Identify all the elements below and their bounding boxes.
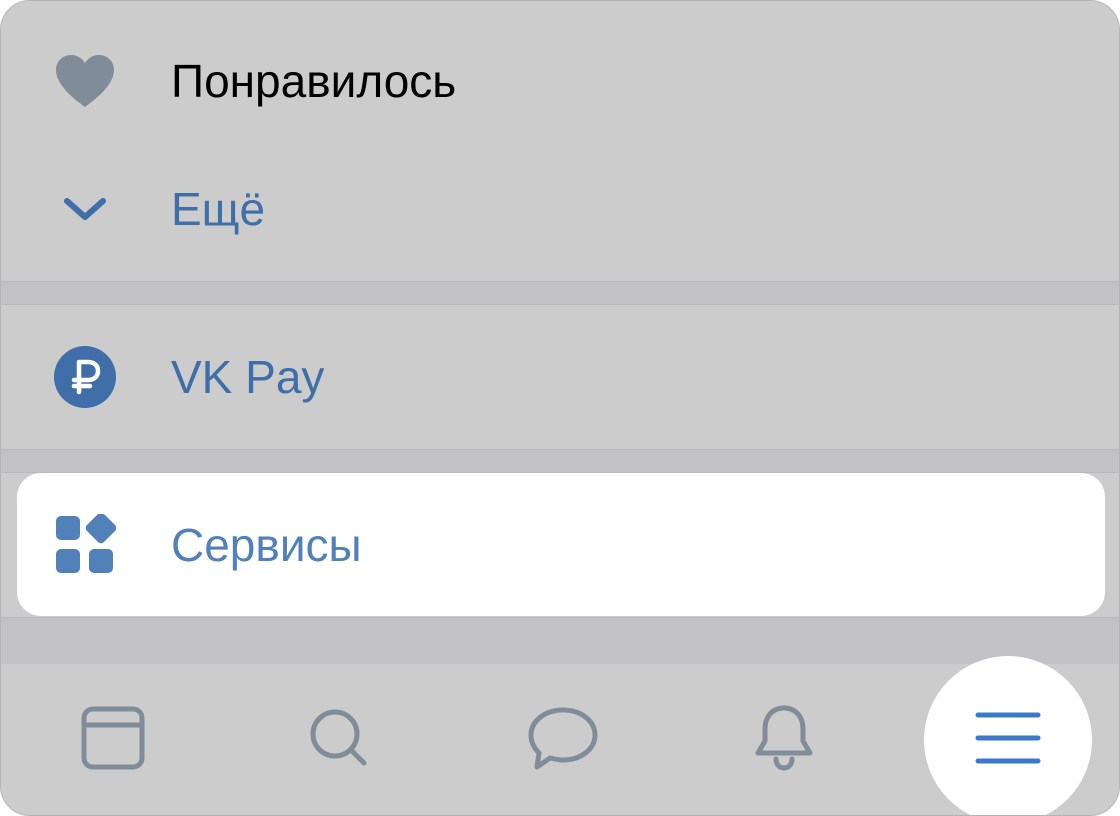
tab-menu[interactable] [953,664,1063,815]
menu-item-more[interactable]: Ещё [1,149,1119,269]
section-separator [1,281,1119,305]
section-separator [1,449,1119,473]
ruble-icon [53,345,117,409]
menu-item-label: VK Pay [171,351,325,403]
search-icon [308,707,370,774]
menu-item-label: Сервисы [171,519,362,571]
messages-icon [527,705,599,776]
menu-item-label: Понравилось [171,55,457,107]
app-window: Понравилось Ещё VK Pay Сервисы [0,0,1120,816]
menu-icon [975,711,1041,770]
tab-feed[interactable] [58,664,168,815]
bell-icon [752,703,816,778]
chevron-down-icon [53,177,117,241]
services-icon [53,513,117,577]
tab-messages[interactable] [508,664,618,815]
feed-icon [80,705,146,776]
menu-item-services[interactable]: Сервисы [1,485,1119,605]
tab-search[interactable] [284,664,394,815]
menu-item-liked[interactable]: Понравилось [1,21,1119,141]
heart-icon [53,49,117,113]
section-separator [1,617,1119,665]
tab-bar [1,656,1119,815]
tab-notifications[interactable] [729,664,839,815]
menu-item-vk-pay[interactable]: VK Pay [1,317,1119,437]
menu-item-label: Ещё [171,183,266,235]
